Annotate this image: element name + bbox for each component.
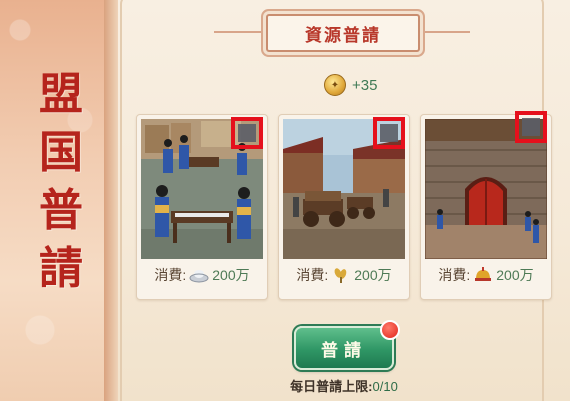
gold-coin-icon: ✦ [324,74,346,96]
grain-icon [331,267,351,283]
banner-divider [104,0,118,401]
cost-label: 消費: [296,267,329,283]
claim-button-label: 普請 [321,340,367,361]
daily-limit-value: 0/10 [372,379,398,394]
page-title: 資源普請 [305,25,381,46]
title-ornament-right [422,31,470,33]
resource-card[interactable]: 消費: 200万 [136,114,268,300]
claim-button[interactable]: 普請 [294,320,400,370]
card-cost: 消費: 200万 [421,265,551,285]
reward-display: ✦ +35 [324,74,377,96]
title-plate: 資源普請 [266,14,420,52]
resource-card[interactable]: 消費: 200万 [278,114,410,300]
daily-limit: 每日普請上限:0/10 [274,376,414,395]
card-cost: 消費: 200万 [279,265,409,285]
highlight-box [515,111,547,143]
notification-dot [380,320,400,340]
silver-ingot-icon [189,267,209,283]
banner-char: 請 [39,243,83,294]
soldier-helmet-icon [473,267,493,283]
cost-label: 消費: [154,267,187,283]
highlight-box [373,117,405,149]
resource-request-screen: 盟 国 普 請 資源普請 ✦ +35 消費: 200万 消費: 200万 消費:… [0,0,570,401]
alliance-banner: 盟 国 普 請 [0,0,112,401]
daily-limit-label: 每日普請上限: [290,379,373,394]
cost-label: 消費: [438,267,471,283]
banner-char: 盟 [39,69,83,120]
banner-char: 普 [39,185,83,236]
resource-card[interactable]: 消費: 200万 [420,111,552,300]
banner-char: 国 [39,127,83,178]
banner-title: 盟 国 普 請 [36,66,86,298]
title-ornament-left [214,31,262,33]
card-cost: 消費: 200万 [137,265,267,285]
cost-value: 200万 [354,267,392,283]
cost-value: 200万 [496,267,534,283]
reward-amount: +35 [352,76,378,94]
main-panel: 資源普請 ✦ +35 消費: 200万 消費: 200万 消費: 200万 普請… [118,0,570,401]
cost-value: 200万 [212,267,250,283]
highlight-box [231,117,263,149]
